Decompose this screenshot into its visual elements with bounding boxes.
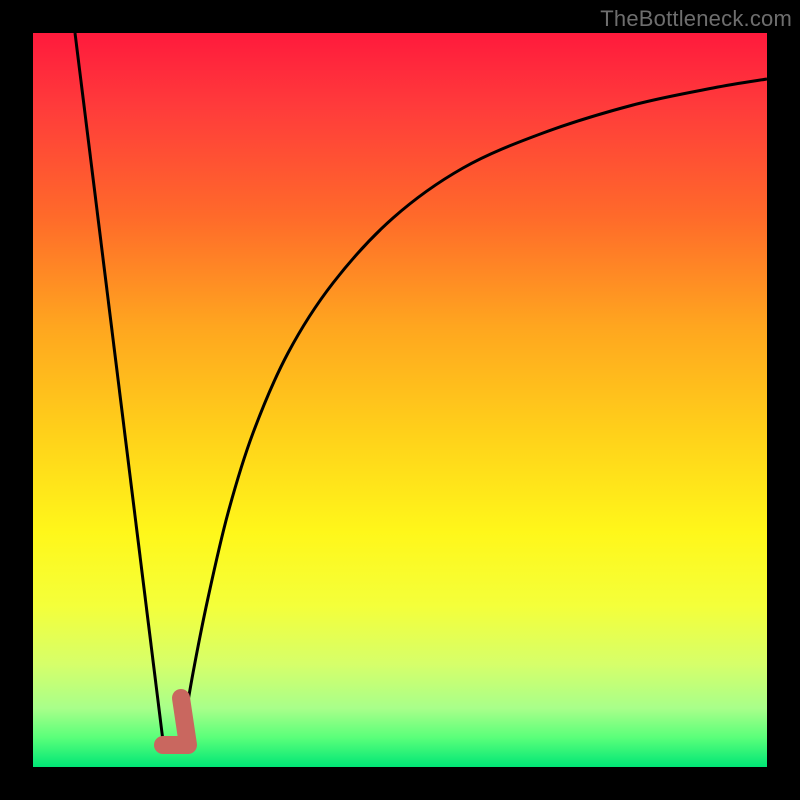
curve-left-descent <box>75 33 163 741</box>
highlight-segment <box>163 698 188 745</box>
chart-svg <box>33 33 767 767</box>
watermark-text: TheBottleneck.com <box>600 6 792 32</box>
curve-right-log <box>181 79 767 743</box>
chart-frame: TheBottleneck.com <box>0 0 800 800</box>
